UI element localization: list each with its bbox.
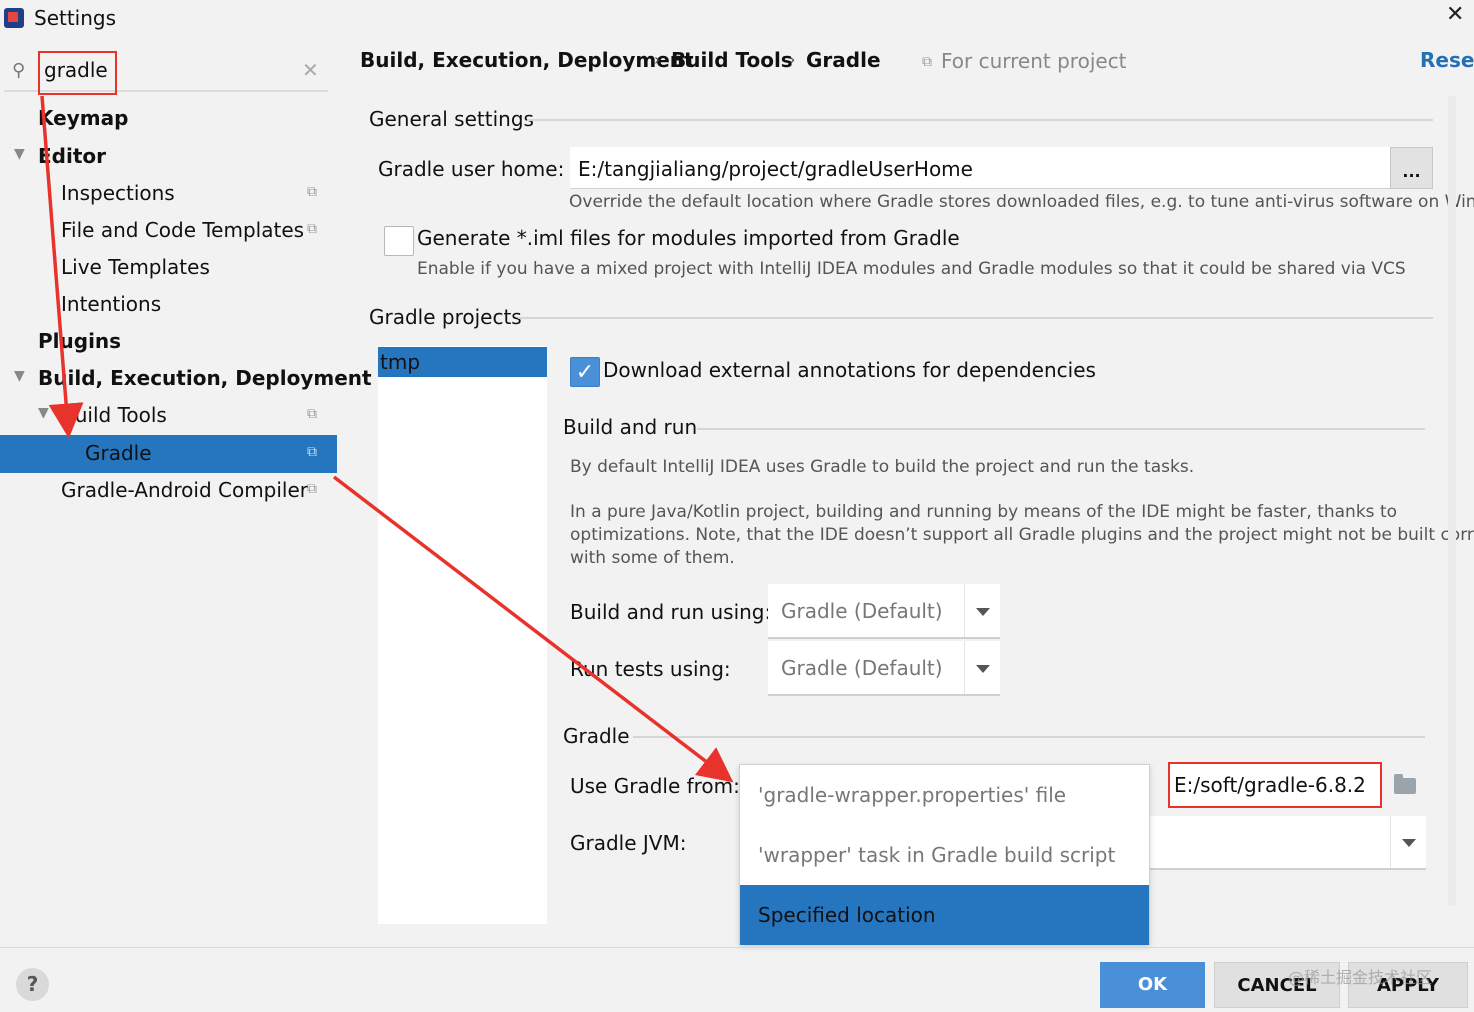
build-run-desc: optimizations. Note, that the IDE doesn’…	[570, 525, 1474, 545]
search-highlight-box	[38, 51, 117, 95]
tree-item-intentions[interactable]: Intentions	[61, 286, 161, 322]
breadcrumb-item: Gradle	[806, 48, 881, 72]
footer-separator	[0, 947, 1474, 948]
checkmark-icon: ✓	[575, 360, 595, 385]
folder-icon[interactable]	[1394, 774, 1416, 794]
expand-triangle-icon[interactable]: ▼	[38, 405, 49, 421]
project-item-tmp[interactable]: tmp	[378, 347, 547, 377]
tree-item-build-exec-deploy[interactable]: Build, Execution, Deployment	[38, 360, 372, 396]
tree-item-build-tools[interactable]: Build Tools	[61, 397, 167, 433]
watermark: @稀土掘金技术社区	[1288, 968, 1433, 987]
dropdown-option-wrapper-task[interactable]: 'wrapper' task in Gradle build script	[740, 825, 1149, 885]
use-gradle-from-label: Use Gradle from:	[570, 774, 740, 798]
ok-button[interactable]: OK	[1100, 962, 1205, 1008]
tree-item-plugins[interactable]: Plugins	[38, 323, 121, 359]
project-list	[378, 346, 547, 924]
copy-icon: ⧉	[307, 184, 317, 200]
download-annotations-checkbox[interactable]: ✓	[570, 357, 600, 387]
download-annotations-label: Download external annotations for depend…	[603, 358, 1096, 382]
gradle-user-home-desc: Override the default location where Grad…	[569, 192, 1474, 212]
breadcrumb-item: Build, Execution, Deployment	[360, 48, 694, 72]
generate-iml-desc: Enable if you have a mixed project with …	[417, 259, 1406, 279]
section-title-projects: Gradle projects	[369, 305, 522, 329]
browse-button[interactable]: ...	[1390, 147, 1433, 189]
copy-icon: ⧉	[922, 54, 932, 70]
tree-item-file-code-templates[interactable]: File and Code Templates	[61, 212, 304, 248]
breadcrumb-separator: ›	[654, 50, 661, 69]
build-run-desc: In a pure Java/Kotlin project, building …	[570, 502, 1398, 522]
scope-label: For current project	[941, 49, 1127, 73]
tree-selection-bar	[0, 435, 337, 473]
breadcrumb-separator: ›	[789, 50, 796, 69]
chevron-down-icon	[964, 584, 1000, 637]
vertical-scrollbar[interactable]	[1448, 96, 1456, 906]
breadcrumb-item: Build Tools	[671, 48, 793, 72]
build-run-desc: with some of them.	[570, 548, 735, 568]
gradle-user-home-value: E:/tangjialiang/project/gradleUserHome	[578, 157, 973, 181]
expand-triangle-icon[interactable]: ▼	[14, 146, 25, 162]
tree-item-gradle[interactable]: Gradle	[85, 435, 152, 471]
chevron-down-icon	[964, 641, 1000, 694]
chevron-down-icon	[1390, 816, 1426, 868]
build-run-using-label: Build and run using:	[570, 600, 772, 624]
clear-icon[interactable]: ✕	[302, 58, 319, 82]
tree-item-editor[interactable]: Editor	[38, 138, 106, 174]
separator	[633, 736, 1425, 738]
gradle-user-home-label: Gradle user home:	[378, 157, 565, 181]
select-value: Gradle (Default)	[781, 599, 943, 623]
separator	[518, 317, 1433, 319]
gradle-user-home-field[interactable]: E:/tangjialiang/project/gradleUserHome	[570, 147, 1390, 189]
separator	[527, 119, 1433, 121]
section-title-gradle: Gradle	[563, 724, 630, 748]
build-run-using-select[interactable]: Gradle (Default)	[768, 584, 1000, 639]
dropdown-option-specified-location[interactable]: Specified location	[740, 885, 1149, 945]
section-title-general: General settings	[369, 107, 534, 131]
tree-item-live-templates[interactable]: Live Templates	[61, 249, 210, 285]
window-title: Settings	[34, 6, 117, 30]
generate-iml-checkbox[interactable]	[384, 226, 414, 256]
gradle-jvm-label: Gradle JVM:	[570, 831, 687, 855]
close-icon[interactable]: ✕	[1446, 2, 1464, 27]
tree-item-inspections[interactable]: Inspections	[61, 175, 175, 211]
copy-icon: ⧉	[307, 481, 317, 497]
help-icon[interactable]: ?	[16, 968, 49, 1001]
generate-iml-label: Generate *.iml files for modules importe…	[417, 226, 960, 250]
build-run-desc: By default IntelliJ IDEA uses Gradle to …	[570, 457, 1195, 477]
copy-icon: ⧉	[307, 406, 317, 422]
select-value: Gradle (Default)	[781, 656, 943, 680]
search-icon[interactable]: ⚲	[12, 60, 25, 81]
run-tests-using-select[interactable]: Gradle (Default)	[768, 641, 1000, 696]
run-tests-using-label: Run tests using:	[570, 657, 731, 681]
dropdown-option-wrapper-properties[interactable]: 'gradle-wrapper.properties' file	[740, 765, 1149, 825]
tree-item-gradle-android[interactable]: Gradle-Android Compiler	[61, 472, 308, 508]
expand-triangle-icon[interactable]: ▼	[14, 368, 25, 384]
use-gradle-from-dropdown: 'gradle-wrapper.properties' file 'wrappe…	[739, 764, 1150, 945]
copy-icon: ⧉	[307, 444, 317, 460]
app-icon	[4, 8, 24, 28]
gradle-jvm-select[interactable]	[1150, 816, 1426, 870]
gradle-location-field[interactable]: E:/soft/gradle-6.8.2	[1168, 762, 1382, 808]
tree-item-keymap[interactable]: Keymap	[38, 100, 128, 136]
section-title-build-run: Build and run	[563, 415, 698, 439]
reset-link[interactable]: Reset	[1420, 48, 1474, 72]
separator	[697, 428, 1425, 430]
copy-icon: ⧉	[307, 221, 317, 237]
